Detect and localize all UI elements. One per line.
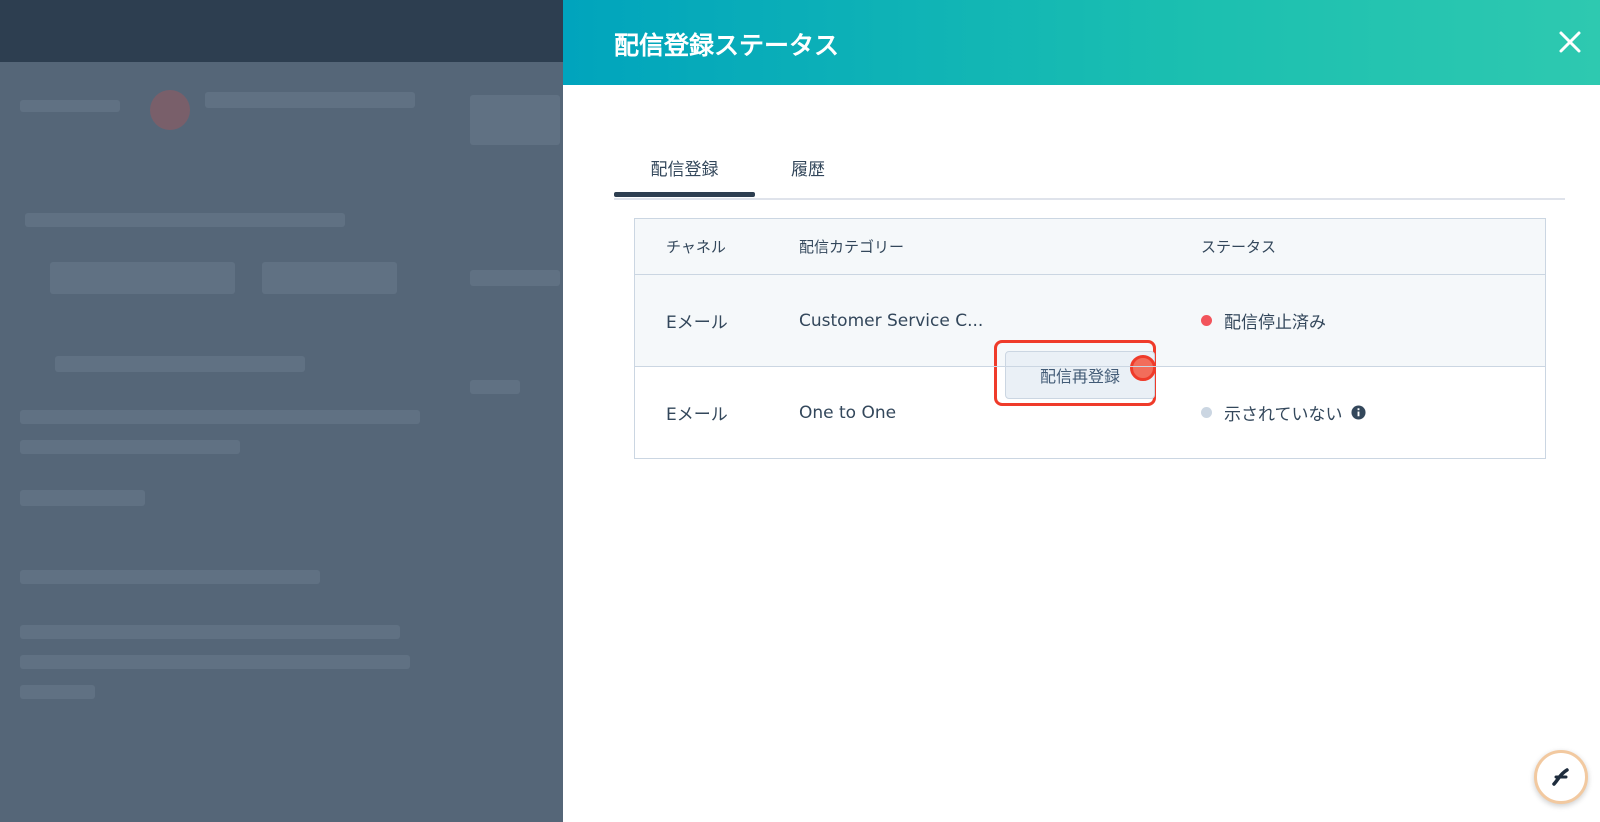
status-cell: 配信停止済み xyxy=(1201,275,1326,366)
close-button[interactable] xyxy=(1554,26,1586,58)
status-cell: 示されていない xyxy=(1201,367,1366,458)
table-row: Eメール One to One 示されていない xyxy=(635,366,1545,458)
header-channel: チャネル xyxy=(666,238,726,256)
tab-bar: 配信登録 履歴 xyxy=(614,148,1565,200)
status-label: 示されていない xyxy=(1224,405,1343,425)
channel-cell: Eメール xyxy=(666,405,728,425)
subscription-status-panel: 配信登録ステータス 配信登録 履歴 チャネル 配信カテゴリー ステータス Eメー… xyxy=(563,0,1600,822)
channel-cell: Eメール xyxy=(666,313,728,333)
tab-history[interactable]: 履歴 xyxy=(768,155,848,180)
active-tab-indicator xyxy=(614,192,755,197)
chat-help-button[interactable] xyxy=(1534,750,1588,804)
status-dot-not-specified xyxy=(1201,407,1212,418)
info-icon[interactable] xyxy=(1350,405,1366,420)
table-header-row: チャネル 配信カテゴリー ステータス xyxy=(635,219,1545,274)
category-cell: One to One xyxy=(799,402,897,423)
panel-header: 配信登録ステータス xyxy=(563,0,1600,85)
subscription-table: チャネル 配信カテゴリー ステータス Eメール Customer Service… xyxy=(634,218,1546,459)
category-cell: Customer Service C... xyxy=(799,310,984,331)
close-icon xyxy=(1559,31,1581,53)
status-dot-unsubscribed xyxy=(1201,315,1212,326)
tab-subscriptions[interactable]: 配信登録 xyxy=(614,155,755,180)
status-label: 配信停止済み xyxy=(1224,313,1326,333)
table-row: Eメール Customer Service C... 配信再登録 配信停止済み xyxy=(635,274,1545,406)
header-status: ステータス xyxy=(1201,238,1277,256)
panel-title: 配信登録ステータス xyxy=(614,31,840,60)
header-category: 配信カテゴリー xyxy=(799,238,905,256)
chat-help-icon xyxy=(1552,768,1569,786)
modal-overlay[interactable] xyxy=(0,0,564,822)
